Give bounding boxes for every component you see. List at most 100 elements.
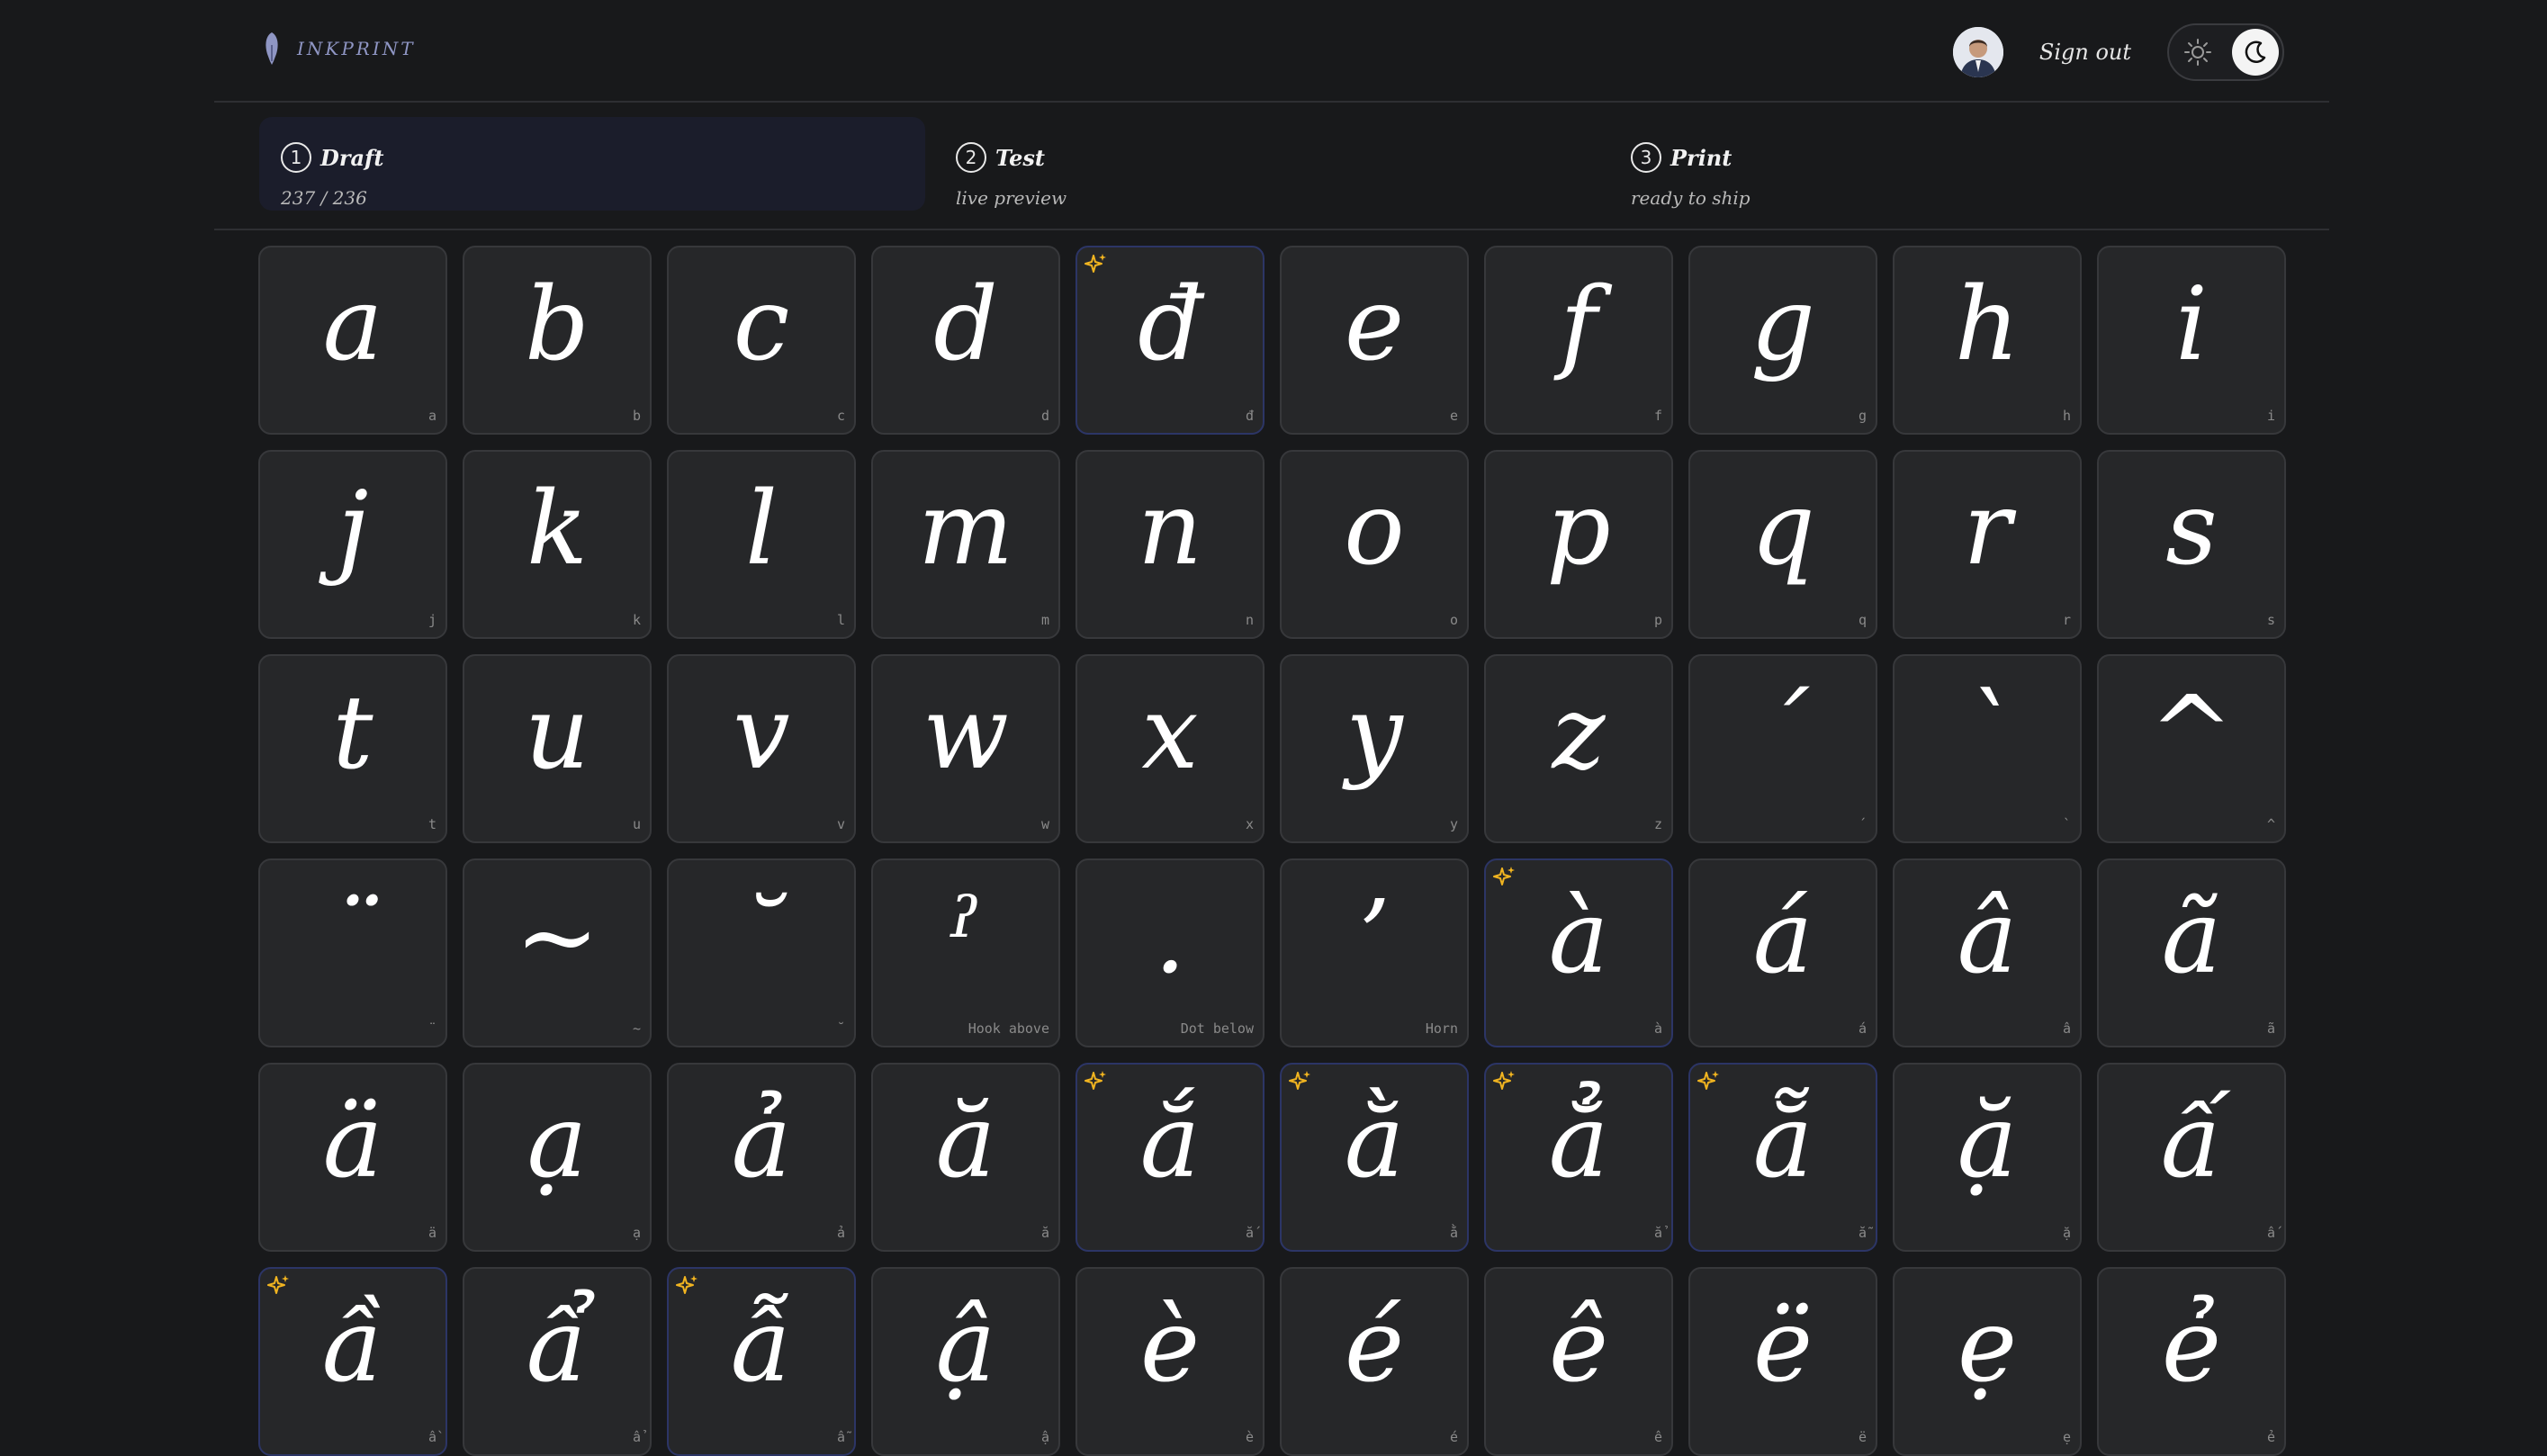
glyph-tile[interactable]: ãã	[2097, 858, 2286, 1047]
glyph-preview: c	[733, 266, 790, 383]
glyph-preview: f	[1560, 266, 1598, 383]
glyph-tile[interactable]: ặặ	[1893, 1063, 2082, 1252]
glyph-tile[interactable]: ẻẻ	[2097, 1267, 2286, 1456]
glyph-label: ã	[2266, 1020, 2275, 1037]
step-subtitle: live preview	[956, 187, 1067, 209]
glyph-label: è	[1245, 1429, 1254, 1445]
logo[interactable]: INKPRINT	[263, 31, 416, 67]
glyph-tile[interactable]: ^ ^	[2097, 654, 2286, 843]
glyph-grid: aabbccddđđeeffgghhiijjkkllmmnnooppqqrrss…	[258, 246, 2286, 1456]
glyph-tile[interactable]: ` `	[1893, 654, 2082, 843]
glyph-tile[interactable]: uu	[463, 654, 652, 843]
glyph-tile[interactable]: ạạ	[463, 1063, 652, 1252]
glyph-tile[interactable]: àà	[1484, 858, 1673, 1047]
glyph-tile[interactable]: ee	[1280, 246, 1469, 435]
glyph-tile[interactable]: èè	[1076, 1267, 1264, 1456]
glyph-tile[interactable]: xx	[1076, 654, 1264, 843]
glyph-tile[interactable]: qq	[1688, 450, 1877, 639]
step-draft[interactable]: 1 Draft 237 / 236	[259, 117, 925, 211]
glyph-tile[interactable]: pp	[1484, 450, 1673, 639]
glyph-label: đ	[1245, 408, 1254, 424]
glyph-tile[interactable]: mm	[871, 450, 1060, 639]
glyph-tile[interactable]: ˀ Hook above	[871, 858, 1060, 1047]
step-title: Draft	[320, 144, 384, 171]
glyph-tile[interactable]: ảả	[667, 1063, 856, 1252]
glyph-preview: t	[332, 675, 374, 792]
glyph-tile[interactable]: ẹẹ	[1893, 1267, 2082, 1456]
glyph-tile[interactable]: êê	[1484, 1267, 1673, 1456]
glyph-tile[interactable]: ~ ~	[463, 858, 652, 1047]
sign-out-link[interactable]: Sign out	[2039, 40, 2131, 65]
glyph-tile[interactable]: tt	[258, 654, 447, 843]
glyph-label: ằ	[1449, 1225, 1458, 1241]
glyph-tile[interactable]: gg	[1688, 246, 1877, 435]
glyph-tile[interactable]: ii	[2097, 246, 2286, 435]
glyph-tile[interactable]: ´ ´	[1688, 654, 1877, 843]
glyph-preview: ẵ	[1752, 1083, 1814, 1200]
glyph-tile[interactable]: bb	[463, 246, 652, 435]
glyph-tile[interactable]: cc	[667, 246, 856, 435]
glyph-tile[interactable]: nn	[1076, 450, 1264, 639]
glyph-tile[interactable]: aa	[258, 246, 447, 435]
glyph-preview: à	[1548, 879, 1609, 996]
glyph-tile[interactable]: ằằ	[1280, 1063, 1469, 1252]
glyph-label: h	[2062, 408, 2071, 424]
glyph-tile[interactable]: ää	[258, 1063, 447, 1252]
glyph-tile[interactable]: ll	[667, 450, 856, 639]
glyph-tile[interactable]: ẵẵ	[1688, 1063, 1877, 1252]
glyph-label: o	[1449, 612, 1458, 628]
glyph-tile[interactable]: ắắ	[1076, 1063, 1264, 1252]
glyph-tile[interactable]: . Dot below	[1076, 858, 1264, 1047]
glyph-tile[interactable]: ââ	[1893, 858, 2082, 1047]
step-test[interactable]: 2 Test live preview	[934, 117, 1600, 211]
glyph-tile[interactable]: ff	[1484, 246, 1673, 435]
glyph-tile[interactable]: ëë	[1688, 1267, 1877, 1456]
glyph-preview: đ	[1138, 266, 1202, 383]
glyph-tile[interactable]: yy	[1280, 654, 1469, 843]
step-print[interactable]: 3 Print ready to ship	[1609, 117, 2275, 211]
glyph-tile[interactable]: ẳẳ	[1484, 1063, 1673, 1252]
glyph-tile[interactable]: ss	[2097, 450, 2286, 639]
glyph-tile[interactable]: ậậ	[871, 1267, 1060, 1456]
glyph-tile[interactable]: kk	[463, 450, 652, 639]
glyph-tile[interactable]: ầầ	[258, 1267, 447, 1456]
glyph-label: Dot below	[1180, 1020, 1254, 1037]
step-subtitle: ready to ship	[1631, 187, 1750, 209]
glyph-tile[interactable]: đđ	[1076, 246, 1264, 435]
avatar[interactable]	[1952, 27, 2003, 77]
glyph-preview: q	[1750, 471, 1815, 588]
glyph-tile[interactable]: vv	[667, 654, 856, 843]
glyph-tile[interactable]: ’ Horn	[1280, 858, 1469, 1047]
glyph-tile[interactable]: ¨ ¨	[258, 858, 447, 1047]
glyph-preview: ¨	[328, 879, 378, 996]
glyph-preview: ầ	[321, 1288, 384, 1405]
glyph-tile[interactable]: éé	[1280, 1267, 1469, 1456]
glyph-label: b	[632, 408, 641, 424]
glyph-preview: a	[322, 266, 383, 383]
glyph-tile[interactable]: rr	[1893, 450, 2082, 639]
glyph-tile[interactable]: jj	[258, 450, 447, 639]
glyph-tile[interactable]: ww	[871, 654, 1060, 843]
glyph-preview: r	[1963, 471, 2012, 588]
glyph-preview: p	[1546, 471, 1611, 588]
glyph-tile[interactable]: áá	[1688, 858, 1877, 1047]
glyph-tile[interactable]: oo	[1280, 450, 1469, 639]
glyph-label: ä	[428, 1225, 436, 1241]
glyph-tile[interactable]: ẩẩ	[463, 1267, 652, 1456]
glyph-tile[interactable]: ẫẫ	[667, 1267, 856, 1456]
glyph-preview: l	[745, 471, 778, 588]
glyph-tile[interactable]: hh	[1893, 246, 2082, 435]
glyph-preview: ã	[2161, 879, 2222, 996]
glyph-tile[interactable]: ấấ	[2097, 1063, 2286, 1252]
glyph-tile[interactable]: zz	[1484, 654, 1673, 843]
glyph-preview: ~	[515, 879, 599, 996]
glyph-tile[interactable]: ˘ ˘	[667, 858, 856, 1047]
theme-toggle[interactable]	[2167, 23, 2284, 81]
glyph-label: k	[632, 612, 641, 628]
glyph-tile[interactable]: ăă	[871, 1063, 1060, 1252]
glyph-preview: d	[933, 266, 998, 383]
glyph-preview: s	[2165, 471, 2218, 588]
glyph-preview: `	[1962, 675, 2012, 792]
glyph-preview: v	[733, 675, 790, 792]
glyph-tile[interactable]: dd	[871, 246, 1060, 435]
